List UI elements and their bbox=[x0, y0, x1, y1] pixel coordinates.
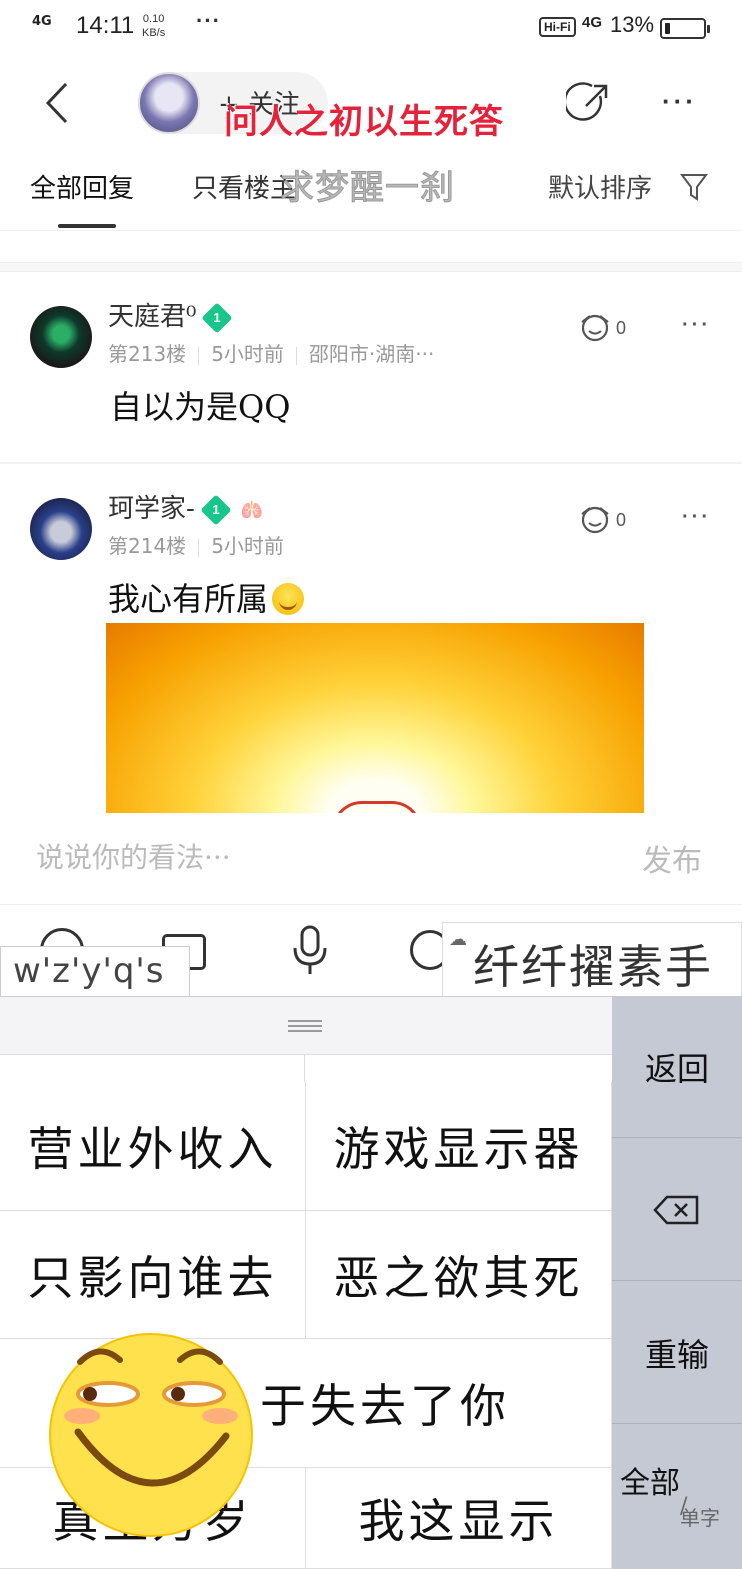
hifi-badge: Hi-Fi bbox=[539, 17, 576, 37]
sort-button[interactable]: 默认排序 bbox=[548, 168, 652, 205]
single-toggle-label[interactable]: 单字 bbox=[680, 1502, 720, 1531]
more-options-icon[interactable]: ··· bbox=[662, 86, 697, 117]
post-meta: 第214楼 5小时前 bbox=[108, 534, 284, 558]
status-bar: 4G 14:11 0.10 KB/s ··· Hi-Fi 4G 13% bbox=[0, 0, 742, 56]
overlay-caption-subtitle: 求梦醒一刹 bbox=[280, 168, 455, 209]
post-image[interactable] bbox=[106, 623, 644, 813]
candidate-item[interactable]: 恶之欲其死 bbox=[306, 1211, 612, 1339]
keyboard-handle-icon[interactable] bbox=[288, 1020, 322, 1032]
section-gap bbox=[0, 262, 742, 272]
status-more-icon: ··· bbox=[196, 8, 221, 33]
divider bbox=[0, 230, 742, 231]
post-username[interactable]: 珂学家- 1 🫁 bbox=[108, 488, 264, 526]
post-username[interactable]: 天庭君⁰ 1 bbox=[108, 296, 233, 334]
like-icon[interactable] bbox=[578, 504, 612, 536]
backspace-key[interactable] bbox=[612, 1139, 742, 1281]
retype-key[interactable]: 重输 bbox=[612, 1282, 742, 1424]
comment-input[interactable]: 说说你的看法··· bbox=[36, 836, 231, 876]
post-more-icon[interactable]: ··· bbox=[682, 314, 711, 337]
divider bbox=[0, 904, 742, 905]
candidate-preview[interactable]: ☁ 纤纤擢素手 bbox=[442, 922, 742, 998]
candidate-row-partial bbox=[0, 1054, 612, 1082]
post-content: 自以为是QQ bbox=[110, 388, 291, 426]
publish-button[interactable]: 发布 bbox=[642, 836, 702, 880]
backspace-icon bbox=[653, 1195, 699, 1224]
network-indicator: 4G bbox=[32, 14, 52, 29]
candidate-item[interactable]: 我这显示 bbox=[306, 1468, 612, 1569]
level-badge: 1 bbox=[201, 302, 233, 334]
all-toggle-label[interactable]: 全部 bbox=[620, 1458, 680, 1502]
pinyin-composition: w'z'y'q's bbox=[0, 946, 190, 998]
net-speed: 0.10 KB/s bbox=[142, 13, 166, 39]
cloud-icon: ☁ bbox=[449, 929, 467, 950]
candidate-item[interactable]: 营业外收入 bbox=[0, 1082, 306, 1211]
user-avatar[interactable] bbox=[30, 498, 92, 560]
like-count: 0 bbox=[616, 318, 627, 338]
overlay-caption-title: 问人之初以生死答 bbox=[224, 102, 504, 142]
candidate-item[interactable]: 游戏显示器 bbox=[306, 1082, 612, 1211]
post-more-icon[interactable]: ··· bbox=[682, 506, 711, 529]
tab-all-replies[interactable]: 全部回复 bbox=[30, 168, 134, 205]
active-tab-indicator bbox=[58, 224, 116, 228]
back-icon[interactable] bbox=[40, 80, 80, 126]
level-badge: 1 bbox=[200, 494, 232, 526]
forum-avatar[interactable] bbox=[138, 72, 200, 134]
post-content: 我心有所属 bbox=[108, 574, 305, 620]
signal-indicator: 4G bbox=[582, 14, 603, 31]
lung-badge-icon: 🫁 bbox=[240, 499, 264, 521]
mic-icon[interactable] bbox=[290, 924, 330, 976]
sticker-emoji-icon bbox=[49, 1333, 253, 1537]
filter-icon[interactable] bbox=[680, 172, 708, 202]
battery-icon bbox=[660, 18, 710, 39]
post-meta: 第213楼 5小时前 邵阳市·湖南··· bbox=[108, 342, 435, 366]
battery-percent: 13% bbox=[610, 12, 655, 37]
clock: 14:11 bbox=[76, 12, 135, 39]
share-icon[interactable] bbox=[566, 82, 610, 126]
like-icon[interactable] bbox=[578, 312, 612, 344]
divider bbox=[0, 462, 742, 464]
back-key[interactable]: 返回 bbox=[612, 996, 742, 1138]
candidate-item[interactable]: 只影向谁去 bbox=[0, 1211, 306, 1339]
smile-emoji-icon bbox=[272, 583, 305, 615]
like-count: 0 bbox=[616, 510, 627, 530]
user-avatar[interactable] bbox=[30, 306, 92, 368]
